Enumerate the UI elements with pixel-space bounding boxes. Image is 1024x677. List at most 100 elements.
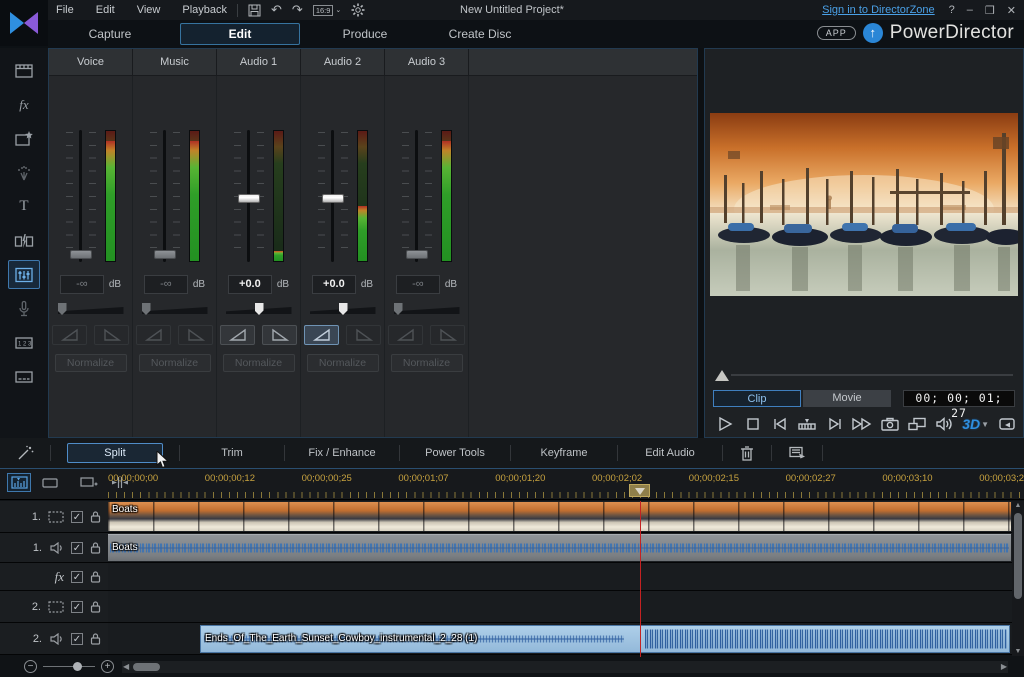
keyframe-button[interactable]: Keyframe xyxy=(525,444,603,462)
next-frame-button[interactable] xyxy=(823,413,847,435)
pan-slider[interactable] xyxy=(394,303,460,316)
media-room-icon[interactable] xyxy=(8,56,40,85)
volume-button[interactable] xyxy=(932,413,956,435)
fade-in-button[interactable] xyxy=(136,325,171,345)
audio-mixing-room-icon[interactable] xyxy=(8,260,40,289)
hscroll-thumb[interactable] xyxy=(133,663,160,671)
normalize-button[interactable]: Normalize xyxy=(307,354,379,372)
fader-knob[interactable] xyxy=(70,250,92,259)
maximize-button[interactable]: ❒ xyxy=(985,4,995,17)
track-enable-checkbox[interactable]: ✓ xyxy=(71,633,83,645)
undo-icon[interactable]: ↶ xyxy=(271,2,282,18)
scroll-right-icon[interactable]: ▶ xyxy=(1001,662,1007,671)
undock-preview-button[interactable] xyxy=(995,413,1019,435)
fader-knob[interactable] xyxy=(406,250,428,259)
tab-edit[interactable]: Edit xyxy=(180,23,300,45)
menu-view[interactable]: View xyxy=(137,4,161,16)
gain-value[interactable]: -∞ xyxy=(60,275,104,294)
add-track-icon[interactable] xyxy=(77,473,101,492)
audio-clip-music[interactable]: Ends_Of_The_Earth_Sunset_Cowboy_instrume… xyxy=(200,625,1010,653)
delete-trash-icon[interactable] xyxy=(739,445,755,462)
magic-wand-icon[interactable] xyxy=(16,445,34,461)
lane-video1[interactable]: Boats xyxy=(108,501,1012,533)
fast-forward-button[interactable] xyxy=(850,413,874,435)
pip-objects-room-icon[interactable] xyxy=(8,124,40,153)
settings-gear-icon[interactable] xyxy=(351,3,365,17)
preview-tab-clip[interactable]: Clip xyxy=(713,390,801,407)
save-icon[interactable] xyxy=(248,4,261,17)
track-lock-icon[interactable] xyxy=(90,570,101,583)
menu-playback[interactable]: Playback xyxy=(182,4,227,16)
close-button[interactable]: ✕ xyxy=(1007,4,1016,17)
timecode-display[interactable]: 00; 00; 01; 27 xyxy=(903,390,1015,407)
fade-out-button[interactable] xyxy=(346,325,381,345)
track-enable-checkbox[interactable]: ✓ xyxy=(71,542,83,554)
track-lock-icon[interactable] xyxy=(90,541,101,554)
pan-slider[interactable] xyxy=(142,303,208,316)
signin-link[interactable]: Sign in to DirectorZone xyxy=(822,4,935,16)
aspect-ratio-selector[interactable]: 16:9⌄ xyxy=(313,5,341,16)
fade-out-button[interactable] xyxy=(430,325,465,345)
volume-fader[interactable] xyxy=(234,130,264,262)
storyboard-view-icon[interactable] xyxy=(38,473,62,492)
scroll-up-icon[interactable]: ▲ xyxy=(1012,501,1024,511)
particle-room-icon[interactable] xyxy=(8,158,40,187)
help-button[interactable]: ? xyxy=(949,4,955,17)
redo-icon[interactable]: ↷ xyxy=(292,2,303,18)
normalize-button[interactable]: Normalize xyxy=(139,354,211,372)
normalize-button[interactable]: Normalize xyxy=(223,354,295,372)
zoom-out-icon[interactable]: − xyxy=(24,660,37,673)
track-lock-icon[interactable] xyxy=(90,632,101,645)
playhead-line[interactable] xyxy=(640,501,641,657)
pan-slider[interactable] xyxy=(310,303,376,316)
volume-fader[interactable] xyxy=(402,130,432,262)
track-header-audio1[interactable]: 1. ✓ xyxy=(0,533,108,563)
zoom-in-icon[interactable]: + xyxy=(101,660,114,673)
snapshot-button[interactable] xyxy=(877,413,901,435)
zoom-slider-handle[interactable] xyxy=(73,662,82,671)
lane-video2[interactable] xyxy=(108,591,1012,623)
power-tools-button[interactable]: Power Tools xyxy=(414,444,496,462)
subtitle-room-icon[interactable] xyxy=(8,362,40,391)
transition-room-icon[interactable] xyxy=(8,226,40,255)
normalize-button[interactable]: Normalize xyxy=(55,354,127,372)
track-header-video1[interactable]: 1. ✓ xyxy=(0,501,108,533)
playhead-handle[interactable] xyxy=(629,484,650,497)
fader-knob[interactable] xyxy=(238,194,260,203)
timeline-view-icon[interactable] xyxy=(7,473,31,492)
lane-audio2[interactable]: Ends_Of_The_Earth_Sunset_Cowboy_instrume… xyxy=(108,623,1012,655)
split-button[interactable]: Split xyxy=(67,443,163,463)
fix-enhance-button[interactable]: Fix / Enhance xyxy=(299,444,385,462)
fade-out-button[interactable] xyxy=(94,325,129,345)
fade-out-button[interactable] xyxy=(262,325,297,345)
horizontal-scrollbar[interactable]: ◀ ▶ xyxy=(122,661,1008,673)
pan-slider[interactable] xyxy=(58,303,124,316)
pan-slider[interactable] xyxy=(226,303,292,316)
edit-audio-button[interactable]: Edit Audio xyxy=(632,444,708,462)
video-clip-boats[interactable]: Boats xyxy=(108,502,1011,531)
lane-fx[interactable] xyxy=(108,563,1012,591)
seek-marker-button[interactable] xyxy=(795,413,819,435)
track-enable-checkbox[interactable]: ✓ xyxy=(71,571,83,583)
fade-out-button[interactable] xyxy=(178,325,213,345)
gain-value[interactable]: +0.0 xyxy=(228,275,272,294)
track-header-audio2[interactable]: 2. ✓ xyxy=(0,623,108,655)
track-lock-icon[interactable] xyxy=(90,510,101,523)
track-header-fx[interactable]: fx ✓ xyxy=(0,563,108,591)
fader-knob[interactable] xyxy=(154,250,176,259)
audio-clip-boats[interactable]: Boats xyxy=(108,534,1011,561)
voice-over-room-icon[interactable] xyxy=(8,294,40,323)
vscroll-thumb[interactable] xyxy=(1014,513,1022,599)
track-header-video2[interactable]: 2. ✓ xyxy=(0,591,108,623)
gain-value[interactable]: +0.0 xyxy=(312,275,356,294)
track-enable-checkbox[interactable]: ✓ xyxy=(71,601,83,613)
effect-room-icon[interactable]: fx xyxy=(8,90,40,119)
3d-mode-button[interactable]: 3D▼ xyxy=(960,413,992,435)
preview-seek-handle[interactable] xyxy=(715,370,729,381)
preview-window-button[interactable] xyxy=(905,413,929,435)
timeline-zoom-slider[interactable] xyxy=(43,660,95,673)
timeline-ruler[interactable]: 00;00;00;0000;00;00;1200;00;00;2500;00;0… xyxy=(0,469,1024,500)
track-enable-checkbox[interactable]: ✓ xyxy=(71,511,83,523)
range-select-icon[interactable] xyxy=(788,445,806,461)
trim-button[interactable]: Trim xyxy=(194,444,270,462)
